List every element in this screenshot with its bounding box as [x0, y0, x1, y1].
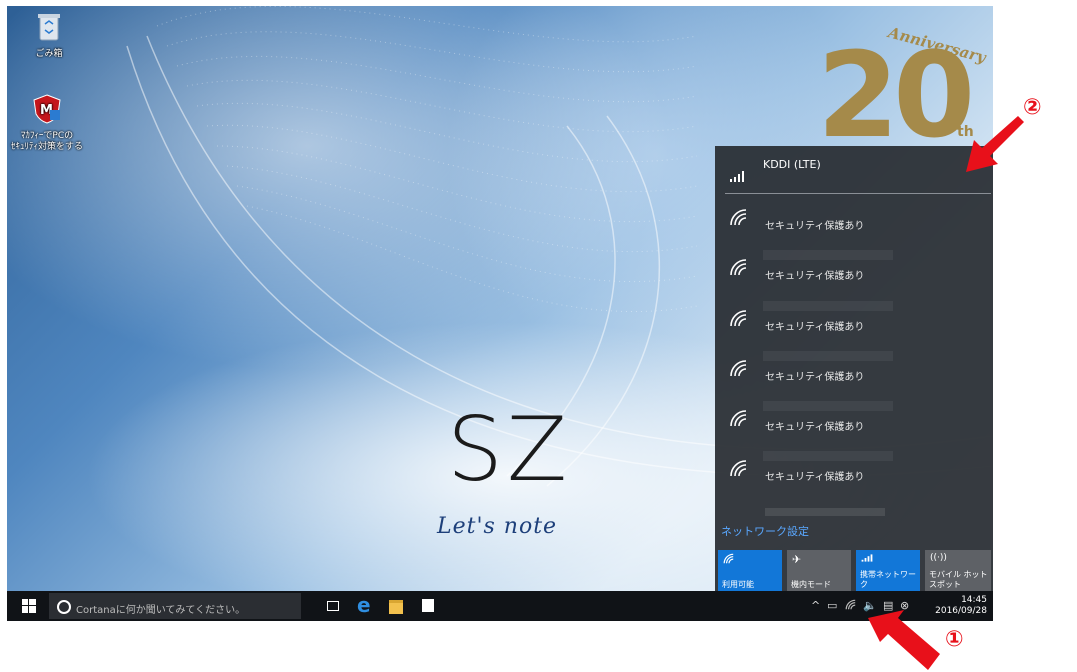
edge-button[interactable]: e	[349, 591, 379, 621]
callout-arrow-1	[868, 610, 940, 670]
quick-action-label: 携帯ネットワーク	[860, 570, 916, 589]
quick-action-wifi[interactable]: 利用可能	[718, 550, 782, 594]
desktop-icon-label: ごみ箱	[35, 49, 63, 59]
network-security-status: セキュリティ保護あり	[765, 422, 865, 433]
clock-time: 14:45	[961, 595, 987, 605]
start-button[interactable]	[11, 591, 47, 621]
desktop-icon-recycle-bin[interactable]: ごみ箱	[11, 12, 87, 60]
network-item-cellular[interactable]: KDDI (LTE)	[725, 154, 987, 190]
search-placeholder: Cortanaに何か聞いてみてください。	[76, 605, 246, 616]
airplane-icon: ✈	[792, 553, 802, 566]
wifi-icon	[730, 310, 747, 327]
network-item-wifi[interactable]: セキュリティ保護あり	[725, 250, 987, 290]
chevron-up-icon[interactable]: ^	[811, 599, 820, 612]
wifi-icon	[730, 410, 747, 427]
network-item-wifi[interactable]: セキュリティ保護あり	[725, 301, 987, 341]
callout-number-2: ②	[1023, 95, 1042, 120]
store-button[interactable]	[413, 591, 443, 621]
network-security-status: セキュリティ保護あり	[765, 271, 865, 282]
network-security-status: セキュリティ保護あり	[765, 221, 865, 232]
windows-logo-icon	[22, 599, 36, 613]
file-explorer-button[interactable]	[381, 591, 411, 621]
network-settings-link[interactable]: ネットワーク設定	[721, 523, 809, 539]
cortana-icon	[57, 600, 71, 614]
network-item-wifi[interactable]: セキュリティ保護あり	[725, 204, 987, 240]
wifi-icon	[730, 360, 747, 377]
model-logo: SZ	[447, 398, 572, 501]
redacted-ssid	[763, 451, 893, 461]
redacted-ssid	[763, 250, 893, 260]
wifi-icon	[730, 209, 747, 226]
network-security-status: セキュリティ保護あり	[765, 322, 865, 333]
quick-action-label: 利用可能	[722, 580, 754, 589]
cellular-signal-icon	[730, 171, 744, 182]
wifi-icon	[723, 553, 735, 567]
clock-date: 2016/09/28	[935, 606, 987, 616]
cortana-search-box[interactable]: Cortanaに何か聞いてみてください。	[49, 593, 301, 619]
network-name: KDDI (LTE)	[763, 158, 821, 171]
redacted-ssid	[763, 301, 893, 311]
store-icon	[422, 599, 434, 612]
file-explorer-icon	[389, 600, 403, 614]
mcafee-icon: M	[9, 94, 85, 128]
battery-icon[interactable]: ▭	[827, 599, 837, 612]
redacted-ssid	[763, 401, 893, 411]
task-view-button[interactable]	[317, 591, 347, 621]
quick-action-cellular[interactable]: 携帯ネットワーク	[856, 550, 920, 594]
edge-icon: e	[357, 593, 371, 617]
quick-action-label: 機内モード	[791, 580, 831, 589]
network-flyout: KDDI (LTE) セキュリティ保護あり セキュリティ保護あり セキュリティ保…	[715, 146, 993, 594]
wifi-icon	[730, 259, 747, 276]
network-security-status: セキュリティ保護あり	[765, 472, 865, 483]
divider	[725, 193, 991, 194]
desktop-icon-mcafee[interactable]: M ﾏｶﾌｨｰでPCの ｾｷｭﾘﾃｨ対策をする	[9, 94, 85, 153]
network-list-more[interactable]	[765, 508, 885, 516]
network-item-wifi[interactable]: セキュリティ保護あり	[725, 451, 987, 491]
wifi-icon	[730, 460, 747, 477]
taskbar: Cortanaに何か聞いてみてください。 e ^ ▭ 🔈 ▤ ⊗ 14:45 2…	[7, 591, 993, 621]
desktop-icon-label: ﾏｶﾌｨｰでPCの ｾｷｭﾘﾃｨ対策をする	[10, 131, 83, 152]
quick-action-mobile-hotspot[interactable]: ((·)) モバイル ホットスポット	[925, 550, 991, 594]
cellular-signal-icon	[861, 553, 873, 566]
task-view-icon	[327, 601, 339, 611]
lets-note-logo: Let's note	[437, 514, 558, 539]
callout-number-1: ①	[945, 627, 964, 652]
callout-arrow-2	[966, 116, 1024, 172]
quick-action-airplane-mode[interactable]: ✈ 機内モード	[787, 550, 851, 594]
network-item-wifi[interactable]: セキュリティ保護あり	[725, 351, 987, 391]
redacted-ssid	[763, 351, 893, 361]
network-tray-icon[interactable]	[845, 599, 857, 613]
network-item-wifi[interactable]: セキュリティ保護あり	[725, 401, 987, 441]
hotspot-icon: ((·))	[930, 553, 947, 563]
network-security-status: セキュリティ保護あり	[765, 372, 865, 383]
recycle-bin-icon	[11, 12, 87, 46]
desktop-screenshot: ごみ箱 M ﾏｶﾌｨｰでPCの ｾｷｭﾘﾃｨ対策をする 20 Anniversa…	[7, 6, 993, 621]
quick-action-label: モバイル ホットスポット	[929, 570, 988, 589]
clock[interactable]: 14:45 2016/09/28	[935, 595, 987, 617]
